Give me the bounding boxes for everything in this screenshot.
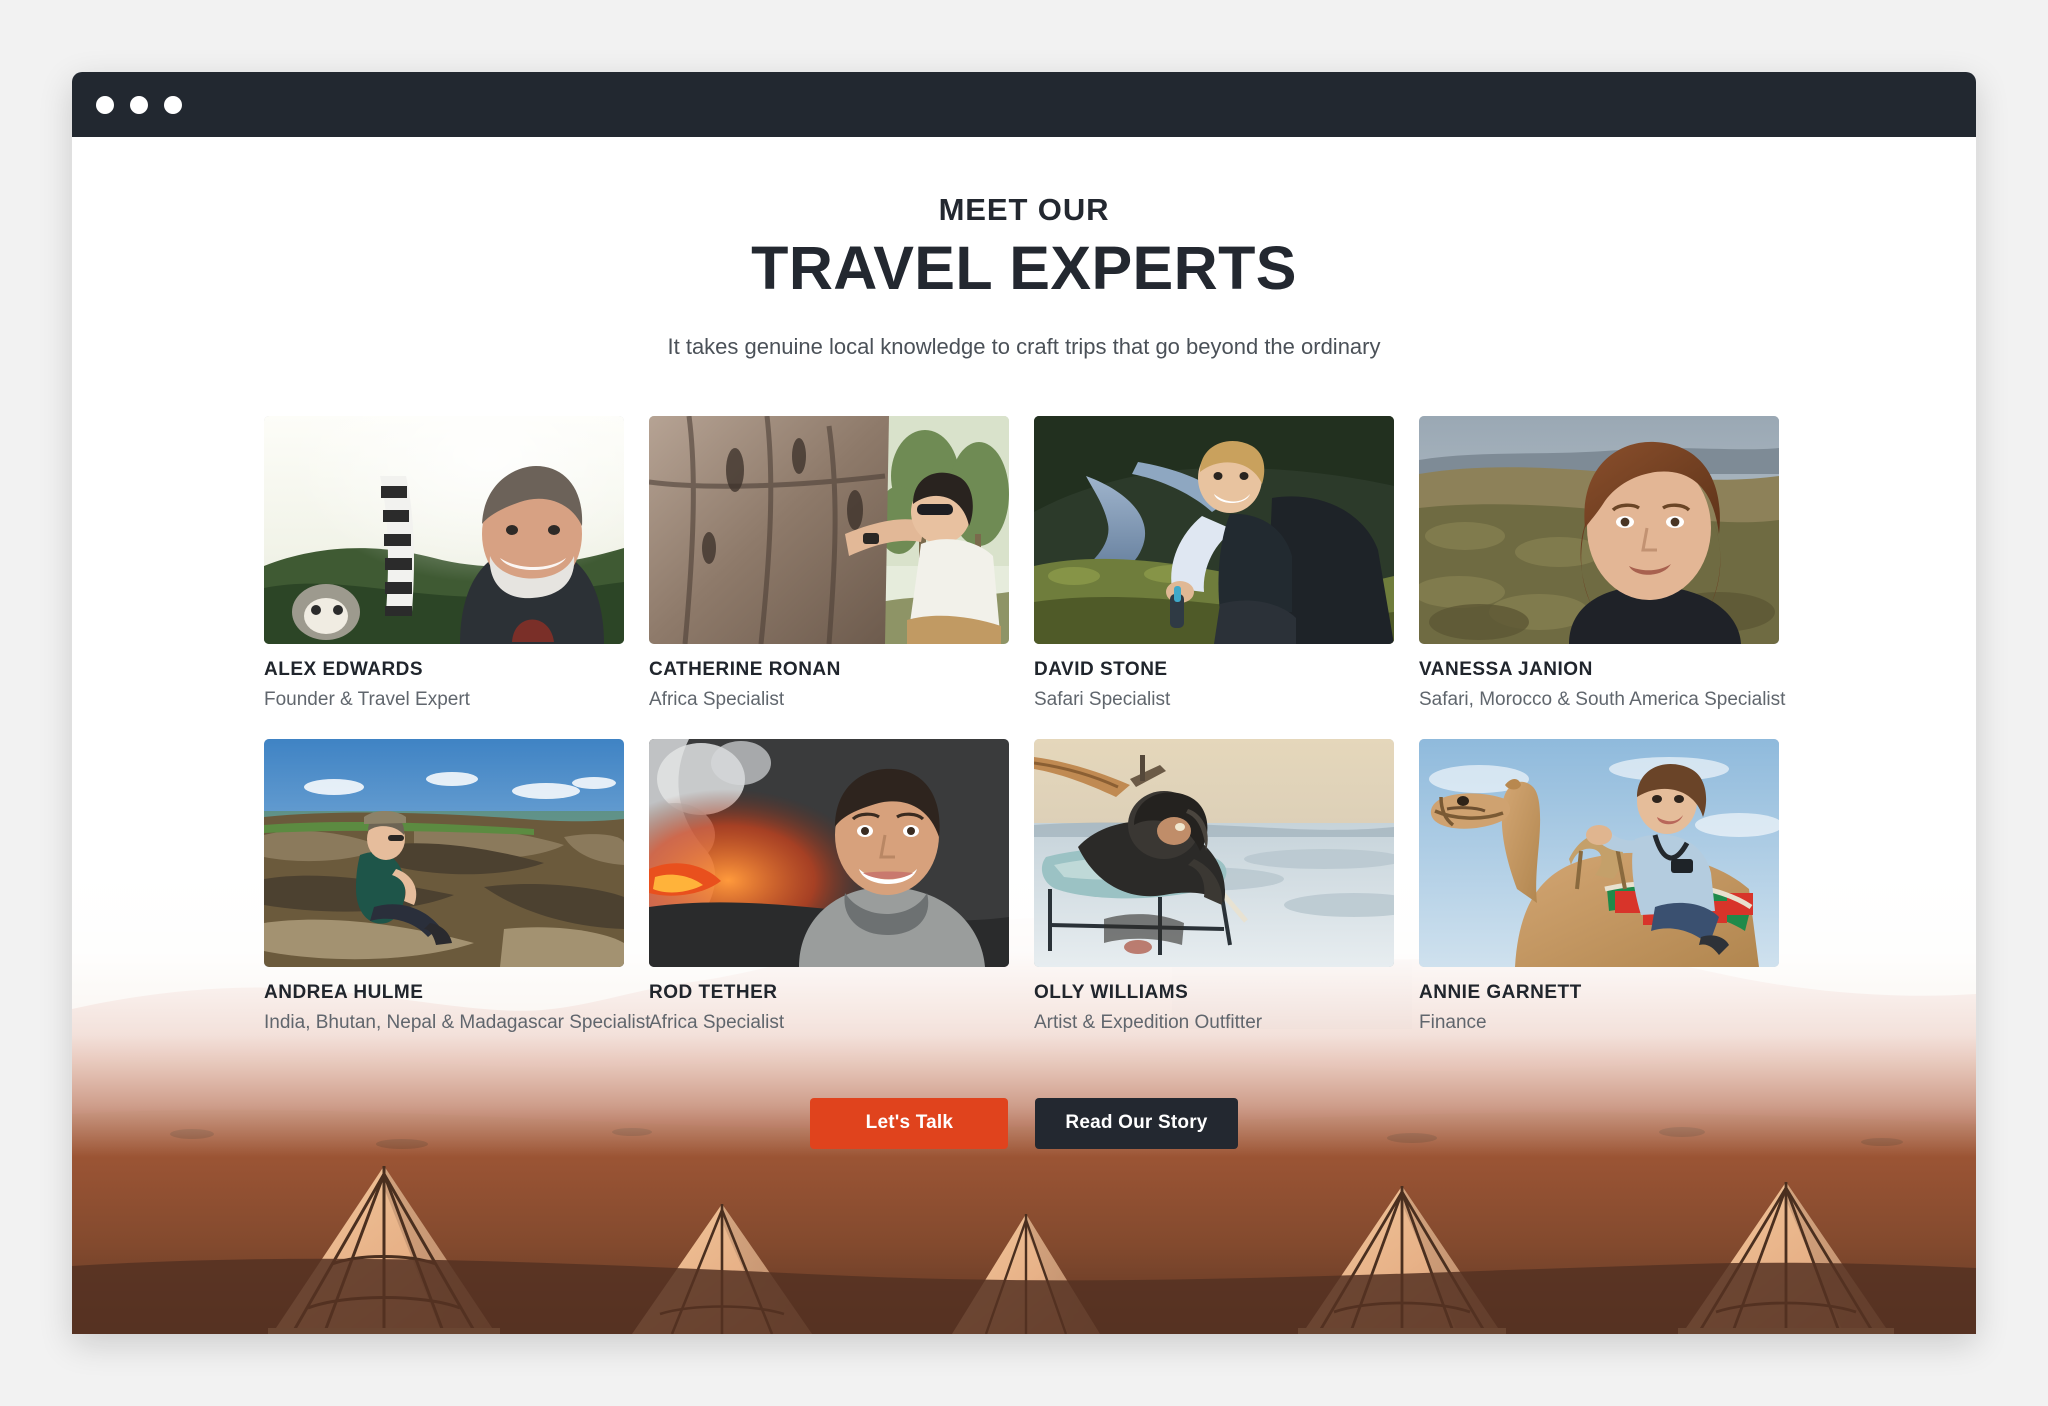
window-maximize-dot-icon[interactable] <box>164 95 182 114</box>
expert-role: Safari Specialist <box>1034 688 1171 710</box>
expert-name: OLLY WILLIAMS <box>1034 981 1189 1003</box>
section-subtitle: It takes genuine local knowledge to craf… <box>667 333 1381 359</box>
expert-name: CATHERINE RONAN <box>649 658 841 680</box>
browser-title-bar <box>72 72 1976 137</box>
page-title: TRAVEL EXPERTS <box>751 234 1297 303</box>
expert-role: India, Bhutan, Nepal & Madagascar Specia… <box>264 1011 651 1033</box>
woman-sitting-on-rocks-photo[interactable] <box>264 738 624 967</box>
expert-name: VANESSA JANION <box>1419 658 1593 680</box>
expert-card[interactable]: ANNIE GARNETT Finance <box>1419 738 1779 1034</box>
expert-name: ROD TETHER <box>649 981 778 1003</box>
expert-role: Artist & Expedition Outfitter <box>1034 1011 1263 1033</box>
expert-name: ANDREA HULME <box>264 981 424 1003</box>
experts-grid: ALEX EDWARDS Founder & Travel Expert CAT… <box>264 415 1786 1034</box>
expert-card[interactable]: DAVID STONE Safari Specialist <box>1034 415 1394 711</box>
expert-role: Africa Specialist <box>649 1011 785 1033</box>
expert-card[interactable]: ANDREA HULME India, Bhutan, Nepal & Mada… <box>264 738 651 1034</box>
lets-talk-button[interactable]: Let's Talk <box>810 1097 1009 1149</box>
expert-card[interactable]: ALEX EDWARDS Founder & Travel Expert <box>264 415 624 711</box>
polar-expedition-photo[interactable] <box>1034 738 1394 967</box>
page-content: MEET OUR TRAVEL EXPERTS It takes genuine… <box>72 137 1976 1149</box>
woman-at-rock-face-photo[interactable] <box>649 415 1009 644</box>
browser-window: MEET OUR TRAVEL EXPERTS It takes genuine… <box>72 72 1976 1334</box>
woman-riding-camel-photo[interactable] <box>1419 738 1779 967</box>
expert-role: Finance <box>1419 1011 1487 1033</box>
window-minimize-dot-icon[interactable] <box>130 95 148 114</box>
woman-portrait-savanna-photo[interactable] <box>1419 415 1779 644</box>
page-body: MEET OUR TRAVEL EXPERTS It takes genuine… <box>72 137 1976 1334</box>
expert-role: Safari, Morocco & South America Speciali… <box>1419 688 1786 710</box>
man-at-volcano-photo[interactable] <box>649 738 1009 967</box>
window-close-dot-icon[interactable] <box>96 95 114 114</box>
expert-role: Africa Specialist <box>649 688 785 710</box>
expert-name: ANNIE GARNETT <box>1419 981 1582 1003</box>
expert-card[interactable]: VANESSA JANION Safari, Morocco & South A… <box>1419 415 1786 711</box>
expert-name: ALEX EDWARDS <box>264 658 424 680</box>
expert-role: Founder & Travel Expert <box>264 688 470 710</box>
expert-card[interactable]: OLLY WILLIAMS Artist & Expedition Outfit… <box>1034 738 1394 1034</box>
expert-card[interactable]: CATHERINE RONAN Africa Specialist <box>649 415 1009 711</box>
read-our-story-button[interactable]: Read Our Story <box>1035 1097 1238 1149</box>
man-on-hillside-river-photo[interactable] <box>1034 415 1394 644</box>
section-eyebrow: MEET OUR <box>938 192 1110 227</box>
expert-name: DAVID STONE <box>1034 658 1168 680</box>
man-with-lemur-photo[interactable] <box>264 415 624 644</box>
cta-button-row: Let's Talk Read Our Story <box>72 1097 1976 1149</box>
expert-card[interactable]: ROD TETHER Africa Specialist <box>649 738 1009 1034</box>
